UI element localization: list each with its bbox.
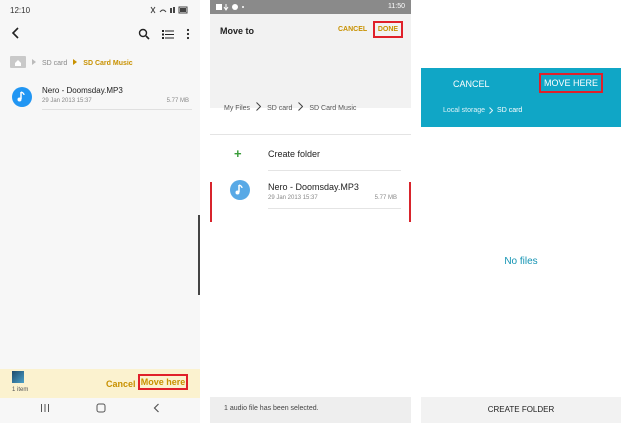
status-icons xyxy=(150,6,190,16)
cancel-button[interactable]: CANCEL xyxy=(453,79,490,89)
selection-footer: 1 audio file has been selected. xyxy=(210,397,411,423)
chevron-right-icon xyxy=(489,107,494,116)
plus-icon[interactable]: + xyxy=(234,146,242,161)
chevron-right-icon xyxy=(73,59,78,67)
cancel-button[interactable]: Cancel xyxy=(106,379,136,389)
breadcrumb-current: SD Card Music xyxy=(83,59,133,67)
breadcrumb: Local storage SD card xyxy=(443,107,522,116)
signal-wifi-battery-icon xyxy=(150,6,188,14)
create-folder-button[interactable]: CREATE FOLDER xyxy=(421,405,621,414)
breadcrumb-current: SD Card Music xyxy=(309,104,357,112)
cancel-button[interactable]: CANCEL xyxy=(338,26,367,33)
footer: CREATE FOLDER xyxy=(421,397,621,423)
navigation-bar xyxy=(0,398,200,423)
empty-state-text: No files xyxy=(504,256,538,267)
divider xyxy=(210,134,411,135)
file-name[interactable]: Nero - Doomsday.MP3 xyxy=(268,182,359,192)
home-folder-icon[interactable] xyxy=(10,56,26,70)
music-note-icon xyxy=(230,180,250,200)
status-time: 12:10 xyxy=(10,6,31,15)
breadcrumb: My Files SD card SD Card Music xyxy=(224,102,356,114)
move-destination-panel: CANCEL MOVE HERE Local storage SD card N… xyxy=(421,0,621,423)
back-arrow-icon[interactable] xyxy=(10,26,20,43)
home-icon[interactable] xyxy=(96,403,106,416)
breadcrumb-my-files[interactable]: My Files xyxy=(224,105,250,112)
music-note-icon xyxy=(12,87,32,107)
breadcrumb-sd-card[interactable]: SD card xyxy=(42,60,67,67)
header: CANCEL MOVE HERE Local storage SD card xyxy=(421,68,621,127)
breadcrumb: SD card SD Card Music xyxy=(10,56,133,70)
list-view-icon[interactable] xyxy=(162,27,174,45)
chevron-right-icon xyxy=(298,102,304,114)
create-folder-button[interactable]: Create folder xyxy=(268,149,320,159)
done-button[interactable]: DONE xyxy=(373,21,403,38)
breadcrumb-sd-card[interactable]: SD card xyxy=(267,105,292,112)
breadcrumb-local-storage[interactable]: Local storage xyxy=(443,107,485,116)
file-thumbnail xyxy=(12,371,24,383)
header: Move to CANCEL DONE xyxy=(210,14,411,108)
more-options-icon[interactable] xyxy=(186,27,190,45)
selection-bar: 1 item Cancel Move here xyxy=(0,369,200,398)
file-name: Nero - Doomsday.MP3 xyxy=(42,86,123,95)
samsung-my-files-panel: 12:10 SD card SD Card Music Nero - Dooms… xyxy=(0,0,200,423)
status-bar: 11:50 xyxy=(210,0,411,14)
list-item[interactable]: Nero - Doomsday.MP3 29 Jan 2013 15:37 5.… xyxy=(12,84,192,114)
item-count: 1 item xyxy=(12,387,29,393)
file-size: 5.77 MB xyxy=(374,195,397,201)
move-here-button[interactable]: Move here xyxy=(138,374,188,390)
back-icon[interactable] xyxy=(152,403,162,416)
divider xyxy=(42,109,192,110)
file-size: 5.77 MB xyxy=(166,98,189,104)
move-to-panel: 11:50 Move to CANCEL DONE My Files SD ca… xyxy=(210,0,411,423)
status-time: 11:50 xyxy=(388,3,405,10)
status-notification-icons xyxy=(216,3,250,13)
divider xyxy=(268,208,401,209)
move-here-button[interactable]: MOVE HERE xyxy=(539,73,603,93)
recent-apps-icon[interactable] xyxy=(40,403,50,416)
page-title: Move to xyxy=(220,26,255,36)
chevron-right-icon xyxy=(32,59,36,67)
file-date: 29 Jan 2013 15:37 xyxy=(268,195,318,201)
chevron-right-icon xyxy=(256,102,262,114)
panel-gap xyxy=(411,0,421,423)
selection-status: 1 audio file has been selected. xyxy=(224,405,319,412)
toolbar xyxy=(0,24,200,46)
highlight-marker-left xyxy=(210,182,212,222)
search-icon[interactable] xyxy=(138,27,150,45)
divider xyxy=(268,170,401,171)
file-date: 29 Jan 2013 15:37 xyxy=(42,98,92,104)
breadcrumb-current: SD card xyxy=(497,107,523,114)
status-bar: 12:10 xyxy=(10,6,190,18)
panel-gap xyxy=(200,0,210,423)
